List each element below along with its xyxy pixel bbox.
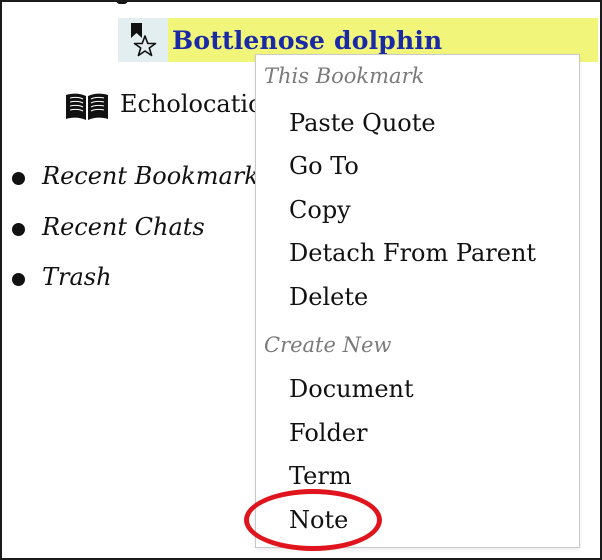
nav-item-label: Recent Chats [42,213,205,241]
bookmark-star-icon [131,23,157,57]
menu-item-folder[interactable]: Folder [289,419,368,447]
menu-item-copy[interactable]: Copy [289,196,351,224]
selected-item-label: Bottlenose dolphin [172,26,443,55]
menu-item-paste-quote[interactable]: Paste Quote [289,109,436,137]
context-menu: This Bookmark Paste Quote Go To Copy Det… [255,54,580,548]
bullet-icon [12,223,25,236]
nav-item-label: Trash [42,263,112,291]
menu-item-term[interactable]: Term [289,462,352,490]
menu-item-detach-from-parent[interactable]: Detach From Parent [289,239,536,267]
bullet-icon [12,172,25,185]
menu-section-create-new: Create New [264,333,392,357]
book-icon [66,93,108,120]
menu-section-this-bookmark: This Bookmark [264,64,425,88]
menu-item-delete[interactable]: Delete [289,283,368,311]
highlight-circle-annotation [244,489,382,551]
menu-item-go-to[interactable]: Go To [289,152,359,180]
bullet-icon [12,273,25,286]
icon-cell [118,18,168,62]
menu-item-document[interactable]: Document [289,375,414,403]
app-frame: Bottlenose dolphin Echolocation Recent B… [0,0,602,560]
previous-item-icon [116,2,128,4]
nav-item-label: Recent Bookmarks [42,162,272,190]
